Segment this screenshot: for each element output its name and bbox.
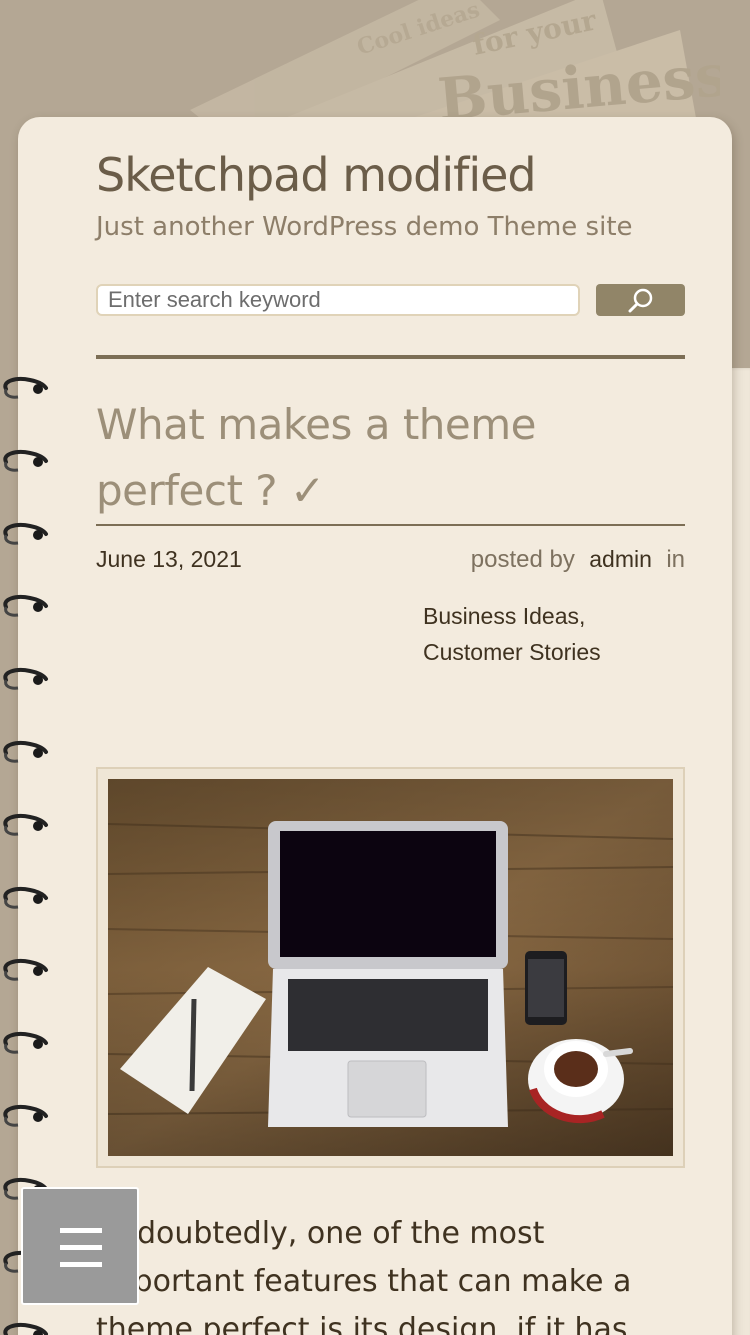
spiral-ring [3,449,48,472]
post-byline: posted by admin in [471,546,685,574]
page: Cool ideas for your Business Sketchpad m… [0,0,750,1335]
post-title[interactable]: What makes a theme perfect ? ✓ [96,392,685,524]
title-divider [96,524,685,526]
category-link-business-ideas[interactable]: Business Ideas, [423,598,601,634]
post-excerpt: Undoubtedly, one of the most important f… [96,1216,632,1335]
spiral-ring [3,959,48,982]
newspaper-text-2: for your [470,3,601,62]
spiral-ring [3,522,48,545]
featured-image-frame[interactable] [96,767,685,1168]
header-divider [96,355,685,359]
spiral-ring [3,741,48,763]
menu-toggle-button[interactable] [21,1187,139,1305]
posted-by-label: posted by [470,546,575,573]
category-link-customer-stories[interactable]: Customer Stories [423,634,601,670]
spiral-ring [3,1323,48,1335]
spiral-ring [3,1105,48,1127]
site-title[interactable]: Sketchpad modified [96,148,537,202]
spiral-ring [3,886,48,909]
author-link[interactable]: admin [589,546,652,572]
search-icon [628,288,652,313]
site-tagline: Just another WordPress demo Theme site [96,212,633,242]
featured-image [108,779,673,1156]
post-categories: Business Ideas, Customer Stories [423,598,601,670]
spiral-ring [3,668,48,690]
spiral-ring [3,595,48,618]
in-label: in [666,546,685,573]
search-input[interactable] [96,284,580,316]
newspaper-text-1: Cool ideas [354,0,483,61]
spiral-ring [3,1032,48,1054]
spiral-ring [3,813,48,836]
post-date[interactable]: June 13, 2021 [96,546,242,573]
search-button[interactable] [596,284,685,316]
spiral-ring [3,377,48,399]
